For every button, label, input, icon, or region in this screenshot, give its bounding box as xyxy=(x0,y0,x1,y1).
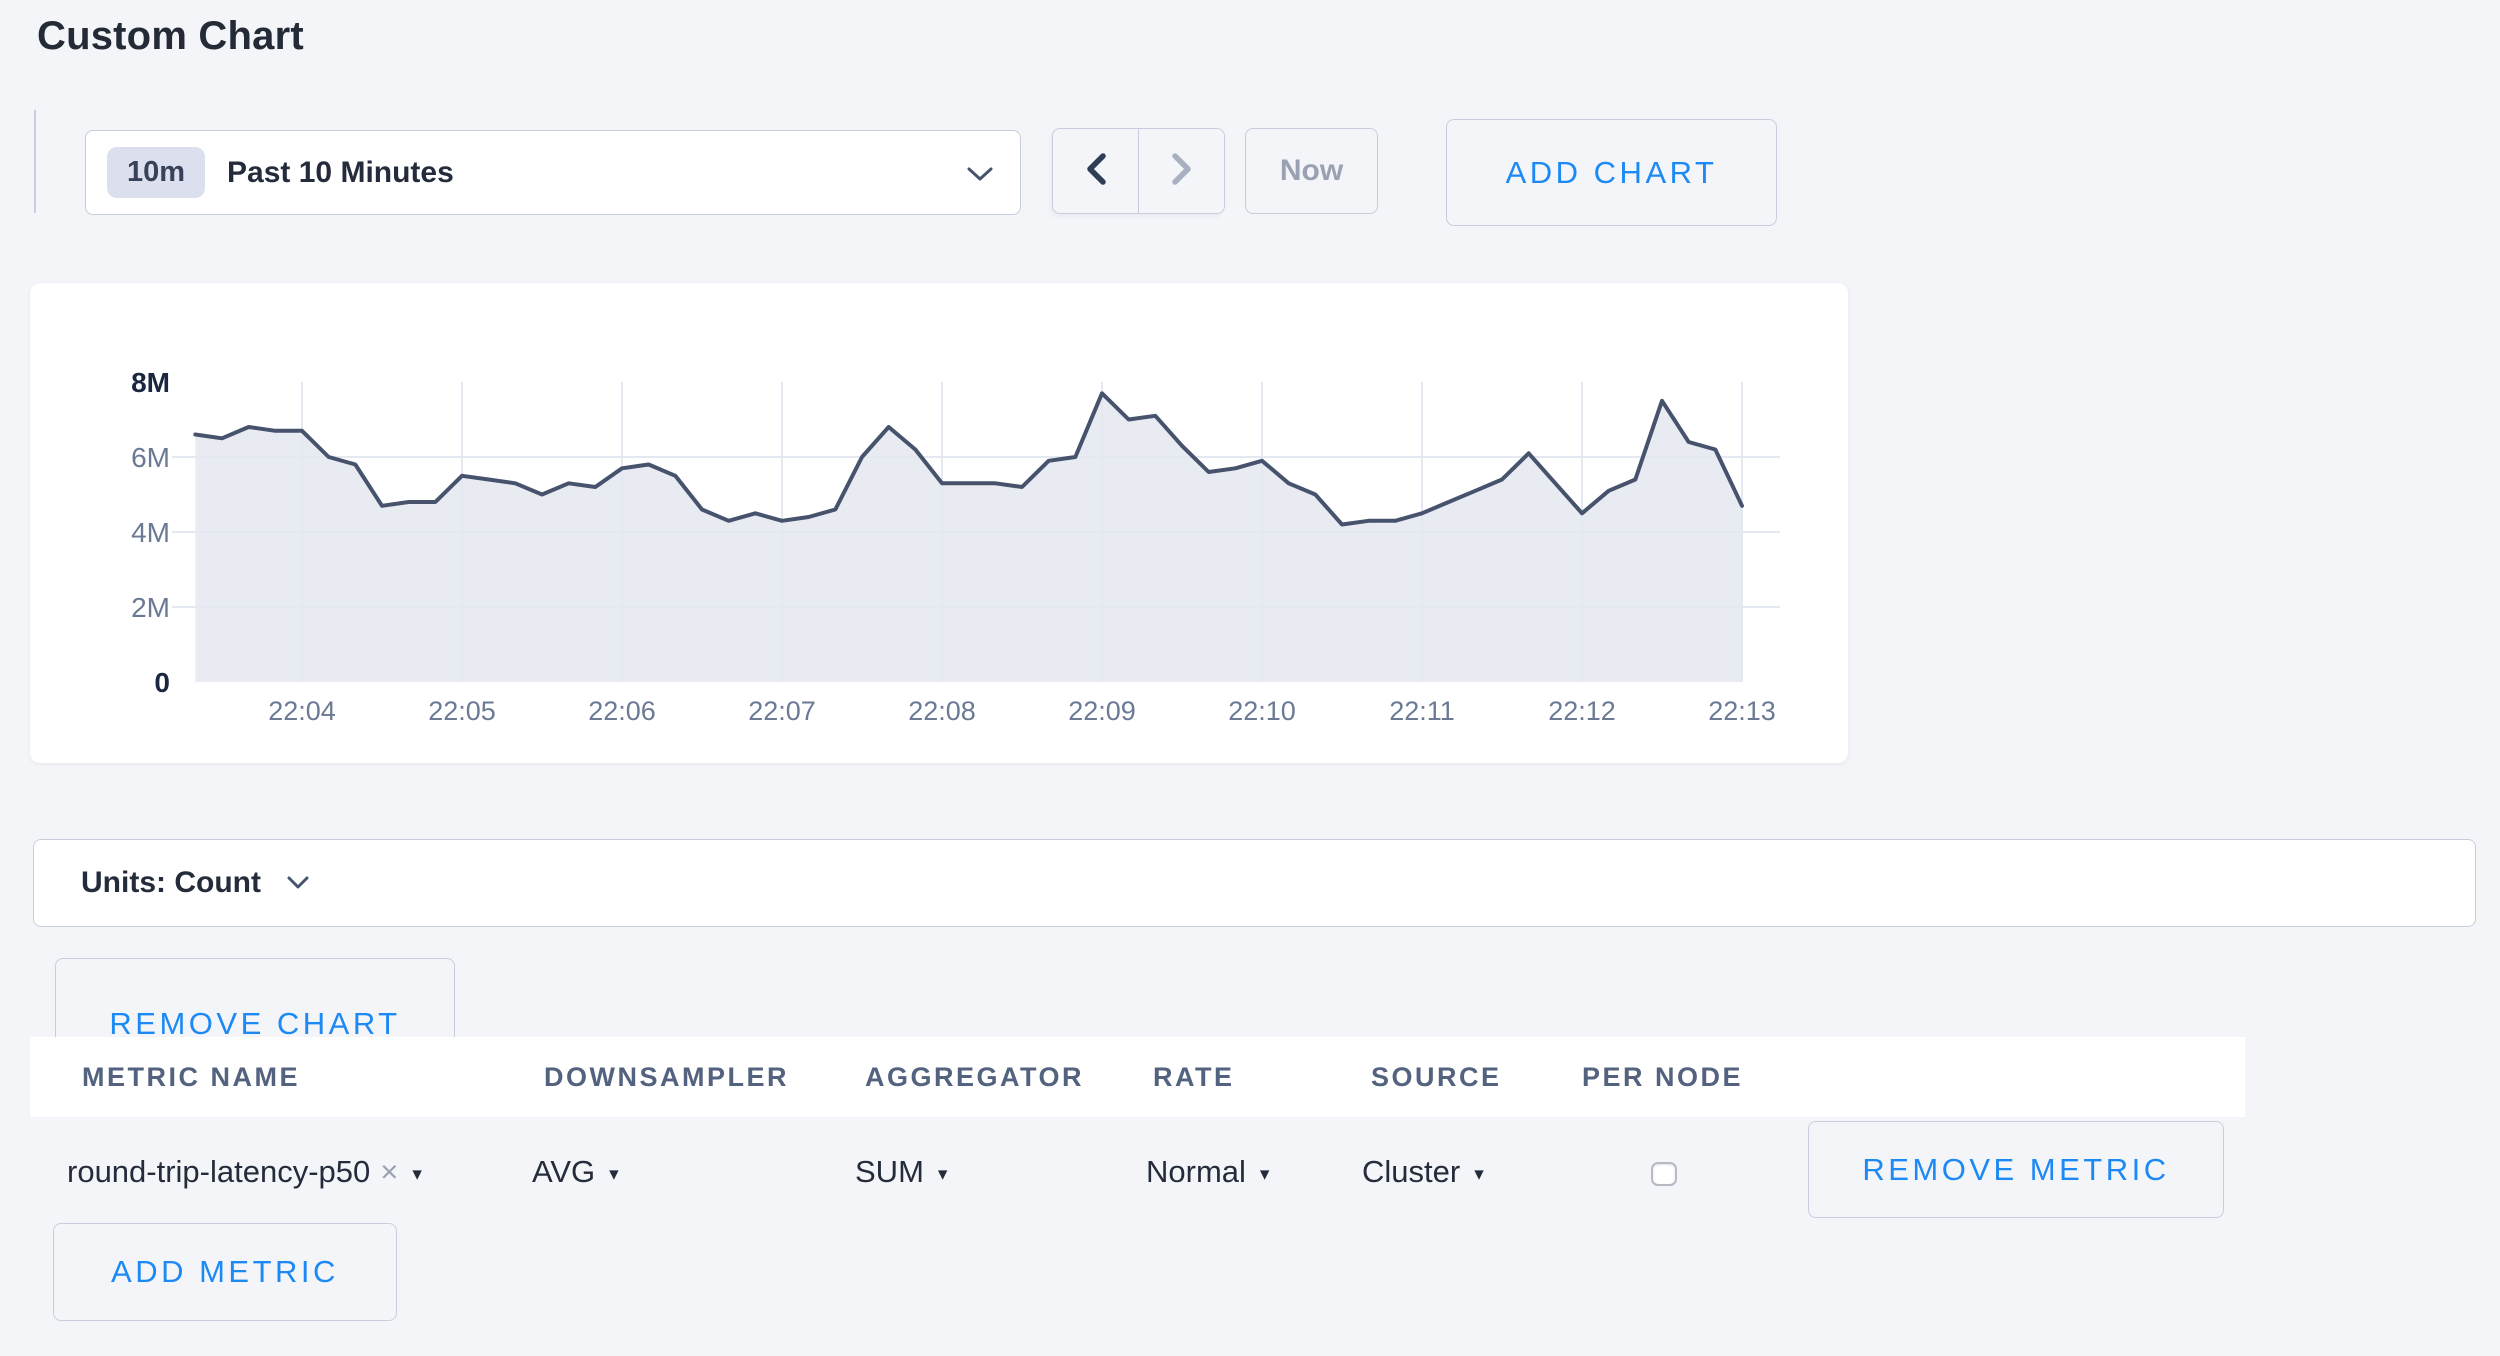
toolbar-left-divider xyxy=(34,110,36,213)
svg-text:6M: 6M xyxy=(131,442,170,473)
metric-table-row: round-trip-latency-p50 × ▾ AVG ▾ SUM ▾ N… xyxy=(0,1117,2500,1227)
time-step-button-group xyxy=(1052,128,1225,214)
remove-metric-button[interactable]: REMOVE METRIC xyxy=(1808,1121,2224,1218)
metric-name-value: round-trip-latency-p50 xyxy=(67,1154,370,1190)
column-header-downsampler: DOWNSAMPLER xyxy=(544,1037,789,1117)
svg-text:22:09: 22:09 xyxy=(1068,696,1136,726)
caret-down-icon: ▾ xyxy=(412,1159,422,1186)
downsampler-dropdown[interactable]: AVG ▾ xyxy=(532,1117,619,1227)
page-title: Custom Chart xyxy=(37,14,304,59)
column-header-metric-name: METRIC NAME xyxy=(82,1037,300,1117)
step-forward-button[interactable] xyxy=(1138,129,1224,213)
aggregator-dropdown[interactable]: SUM ▾ xyxy=(855,1117,947,1227)
downsampler-value: AVG xyxy=(532,1154,595,1190)
source-dropdown[interactable]: Cluster ▾ xyxy=(1362,1117,1484,1227)
units-dropdown[interactable]: Units: Count xyxy=(33,839,2476,927)
caret-down-icon: ▾ xyxy=(1474,1159,1484,1186)
chevron-right-icon xyxy=(1170,152,1194,191)
svg-text:22:04: 22:04 xyxy=(268,696,336,726)
svg-text:22:11: 22:11 xyxy=(1389,696,1455,726)
column-header-aggregator: AGGREGATOR xyxy=(865,1037,1084,1117)
per-node-checkbox[interactable] xyxy=(1651,1162,1677,1186)
column-header-source: SOURCE xyxy=(1371,1037,1502,1117)
chevron-left-icon xyxy=(1084,152,1108,191)
svg-text:4M: 4M xyxy=(131,517,170,548)
time-range-label: Past 10 Minutes xyxy=(227,156,454,190)
caret-down-icon: ▾ xyxy=(609,1159,619,1186)
svg-text:22:06: 22:06 xyxy=(588,696,656,726)
caret-down-icon: ▾ xyxy=(938,1159,948,1186)
rate-value: Normal xyxy=(1146,1154,1246,1190)
caret-down-icon: ▾ xyxy=(1260,1159,1270,1186)
metric-name-dropdown[interactable]: round-trip-latency-p50 × ▾ xyxy=(67,1117,422,1227)
time-range-badge: 10m xyxy=(107,147,205,198)
svg-text:22:13: 22:13 xyxy=(1708,696,1776,726)
add-chart-button[interactable]: ADD CHART xyxy=(1446,119,1777,226)
units-label: Units: Count xyxy=(81,866,261,900)
svg-text:22:07: 22:07 xyxy=(748,696,816,726)
close-icon[interactable]: × xyxy=(380,1154,398,1190)
source-value: Cluster xyxy=(1362,1154,1460,1190)
custom-chart-card[interactable]: 0 2M 4M 6M 8M 22:04 22:05 22:06 22:07 22:08 22:09 2… xyxy=(30,283,1848,763)
svg-text:2M: 2M xyxy=(131,592,170,623)
svg-text:22:08: 22:08 xyxy=(908,696,976,726)
column-header-per-node: PER NODE xyxy=(1582,1037,1743,1117)
rate-dropdown[interactable]: Normal ▾ xyxy=(1146,1117,1269,1227)
add-metric-button[interactable]: ADD METRIC xyxy=(53,1223,397,1321)
step-back-button[interactable] xyxy=(1053,129,1138,213)
svg-text:22:10: 22:10 xyxy=(1228,696,1296,726)
svg-text:22:05: 22:05 xyxy=(428,696,496,726)
column-header-rate: RATE xyxy=(1153,1037,1235,1117)
aggregator-value: SUM xyxy=(855,1154,924,1190)
now-button[interactable]: Now xyxy=(1245,128,1378,214)
chevron-down-icon xyxy=(287,876,309,894)
svg-text:22:12: 22:12 xyxy=(1548,696,1616,726)
svg-text:0: 0 xyxy=(154,667,170,698)
timeseries-area-chart[interactable]: 0 2M 4M 6M 8M 22:04 22:05 22:06 22:07 22:08 22:09 2… xyxy=(30,283,1848,763)
svg-text:8M: 8M xyxy=(131,367,170,398)
chevron-down-icon xyxy=(966,166,994,187)
time-range-dropdown[interactable]: 10m Past 10 Minutes xyxy=(85,130,1021,215)
metrics-table-header: METRIC NAME DOWNSAMPLER AGGREGATOR RATE … xyxy=(30,1037,2245,1117)
